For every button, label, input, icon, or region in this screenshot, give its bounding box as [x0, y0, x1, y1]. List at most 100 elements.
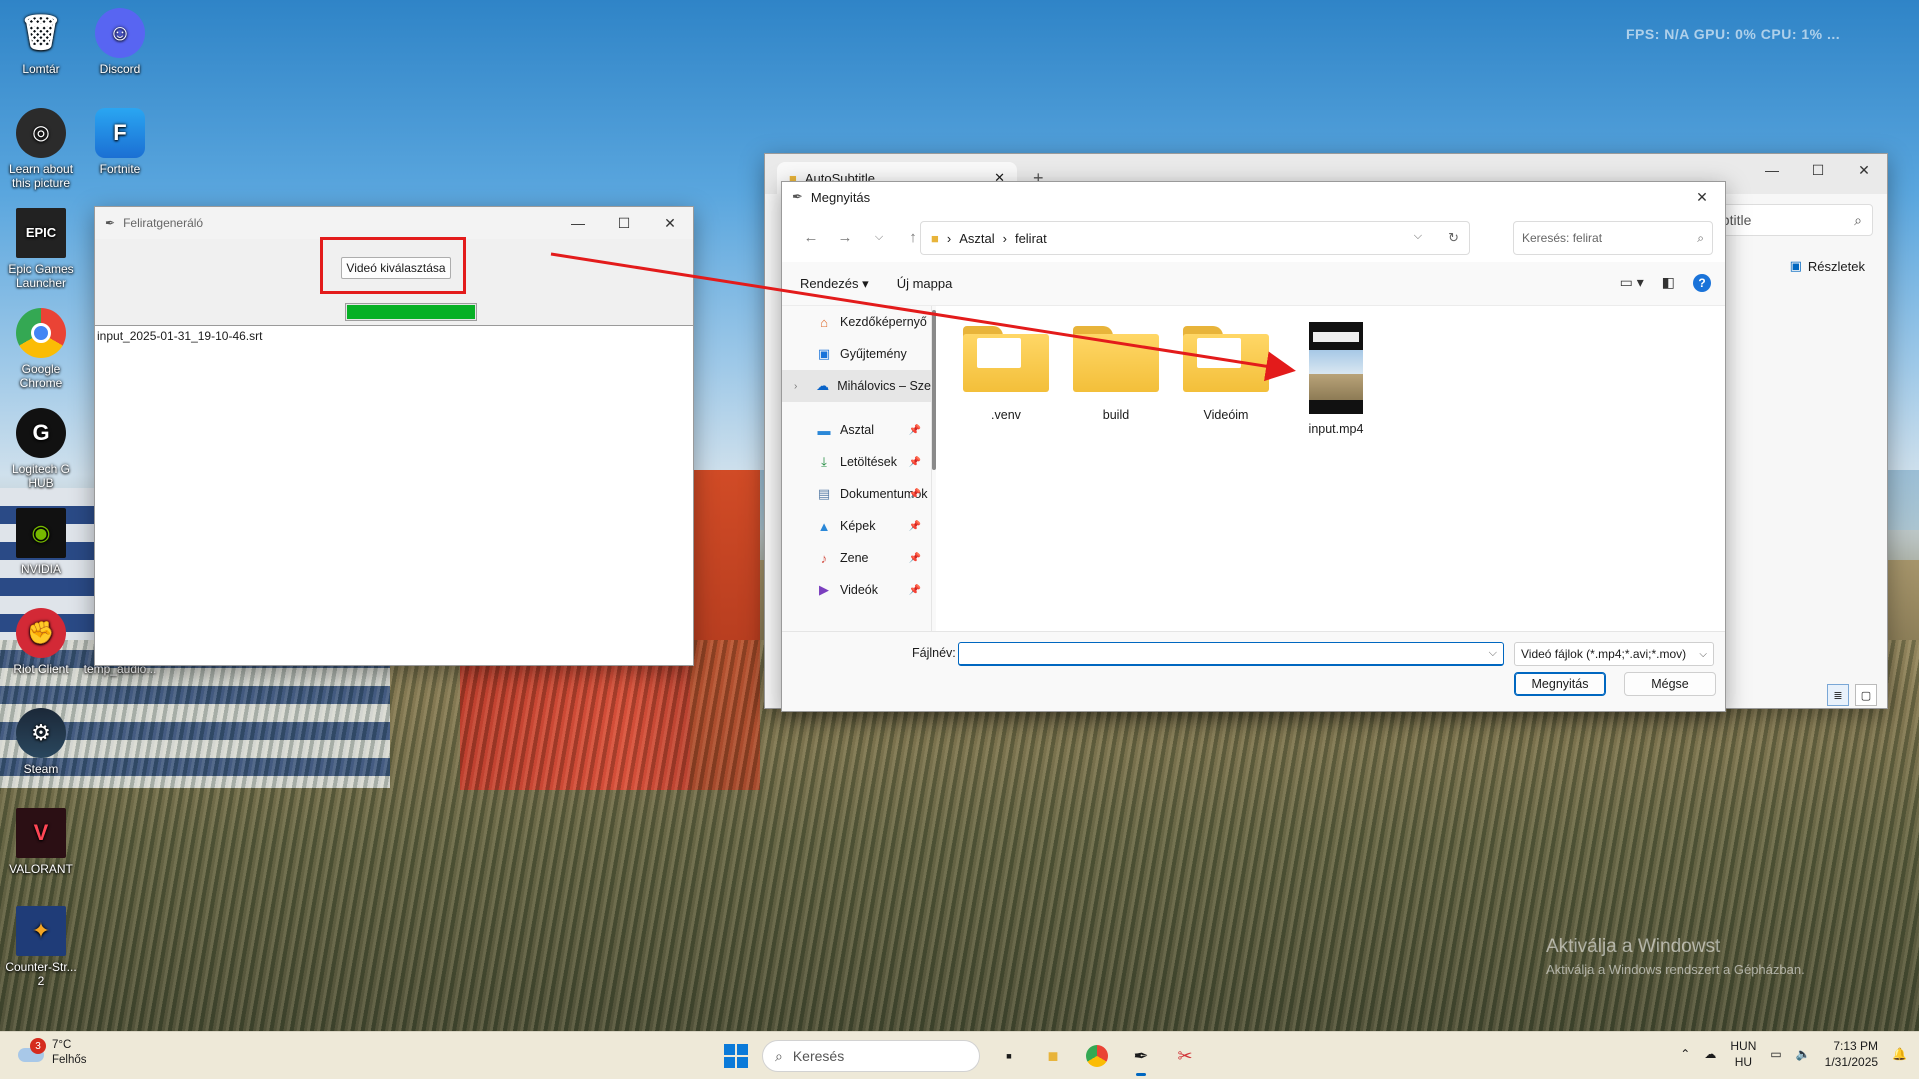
desktop-icon-riot[interactable]: ✊ Riot Client	[2, 608, 80, 676]
onedrive-icon: ☁	[816, 378, 830, 393]
search-icon: ⌕	[1854, 211, 1862, 228]
back-arrow-icon[interactable]: ←	[794, 229, 828, 246]
nav-item-pictures[interactable]: ▲ Képek 📌	[782, 510, 931, 542]
details-pane-icon: ▣	[1789, 258, 1802, 273]
file-item-videoim[interactable]: Videóim	[1176, 326, 1276, 422]
open-button[interactable]: Megnyitás	[1514, 672, 1606, 696]
address-bar[interactable]: ■ › Asztal › felirat ⌵ ↻	[920, 221, 1470, 255]
snipping-tool-icon[interactable]: ✂	[1170, 1041, 1200, 1071]
desktop-icon-counter-strike[interactable]: ✦ Counter-Str... 2	[2, 906, 80, 988]
file-explorer-icon[interactable]: ■	[1038, 1041, 1068, 1071]
videos-icon: ▶	[819, 582, 829, 597]
chevron-down-icon[interactable]: ⌵	[1489, 647, 1497, 660]
desktop-icon-fortnite[interactable]: F Fortnite	[81, 108, 159, 176]
desktop-icon-steam[interactable]: ⚙ Steam	[2, 708, 80, 776]
close-icon[interactable]: ✕	[647, 207, 693, 239]
document-icon: ▤	[817, 486, 831, 501]
details-button[interactable]: ▣ Részletek	[1790, 258, 1865, 274]
nav-item-home[interactable]: ⌂ Kezdőképernyő	[782, 306, 931, 338]
select-video-button[interactable]: Videó kiválasztása	[341, 257, 451, 279]
filename-input[interactable]: ⌵	[958, 642, 1504, 666]
minimize-icon[interactable]: —	[1749, 154, 1795, 186]
filename-label: Fájlnév:	[912, 646, 956, 660]
output-text-area[interactable]: input_2025-01-31_19-10-46.srt	[95, 325, 693, 665]
view-controls: ▭ ▾ ◧ ?	[1620, 274, 1711, 292]
taskbar-center: ⌕ Keresés ▪ ■ ✒ ✂	[724, 1040, 1200, 1076]
volume-icon[interactable]: 🔈	[1796, 1047, 1811, 1061]
forward-arrow-icon[interactable]: →	[828, 229, 862, 246]
refresh-icon[interactable]: ↻	[1448, 230, 1459, 246]
nav-item-music[interactable]: ♪ Zene 📌	[782, 542, 931, 574]
desktop-icon-recycle-bin[interactable]: 🗑 Lomtár	[2, 8, 80, 76]
desktop-icon-valorant[interactable]: V VALORANT	[2, 808, 80, 876]
view-options-icon[interactable]: ▭ ▾	[1620, 274, 1644, 292]
file-item-venv[interactable]: .venv	[956, 326, 1056, 422]
language-indicator[interactable]: HUN HU	[1730, 1038, 1756, 1070]
nav-item-onedrive[interactable]: › ☁ Mihálovics – Sze	[782, 370, 931, 402]
notification-icon[interactable]: 🔔	[1892, 1047, 1907, 1061]
dialog-navigation-bar: ← → ⌵ ↑ ■ › Asztal › felirat ⌵ ↻ Keresés:…	[782, 212, 1725, 262]
dialog-command-bar: Rendezés ▾ Új mappa ▭ ▾ ◧ ?	[782, 262, 1725, 306]
python-app-icon[interactable]: ✒	[1126, 1041, 1156, 1076]
folder-icon	[1073, 326, 1159, 392]
steam-icon: ⚙	[16, 708, 66, 758]
taskbar: 3 7°C Felhős ⌕ Keresés ▪ ■ ✒ ✂ ⌃ ☁ HUN HU …	[0, 1031, 1919, 1079]
help-icon[interactable]: ?	[1693, 274, 1711, 292]
dialog-title: Megnyitás	[810, 189, 871, 205]
taskbar-search[interactable]: ⌕ Keresés	[762, 1040, 980, 1072]
cloud-icon: 3	[16, 1038, 46, 1064]
nav-item-videos[interactable]: ▶ Videók 📌	[782, 574, 931, 606]
riot-icon: ✊	[16, 608, 66, 658]
desktop-icon-learn-picture[interactable]: ◎ Learn about this picture	[2, 108, 80, 190]
dialog-search-input[interactable]: Keresés: felirat ⌕	[1513, 221, 1713, 255]
output-line: input_2025-01-31_19-10-46.srt	[97, 329, 263, 343]
chevron-down-icon[interactable]: ⌵	[1414, 230, 1422, 246]
organize-menu[interactable]: Rendezés ▾	[800, 276, 869, 292]
gallery-icon: ▣	[817, 346, 831, 361]
tiles-view-icon[interactable]: ▢	[1855, 684, 1877, 706]
close-icon[interactable]: ✕	[1841, 154, 1887, 186]
file-item-build[interactable]: build	[1066, 326, 1166, 422]
cancel-button[interactable]: Mégse	[1624, 672, 1716, 696]
file-item-input-mp4[interactable]: input.mp4	[1286, 322, 1386, 436]
pictures-icon: ▲	[817, 518, 831, 534]
details-view-icon[interactable]: ≣	[1827, 684, 1849, 706]
windows-start-icon[interactable]	[724, 1044, 748, 1068]
desktop-icon-logitech[interactable]: G Logitech G HUB	[2, 408, 80, 490]
clock[interactable]: 7:13 PM 1/31/2025	[1825, 1038, 1878, 1070]
recent-locations-icon[interactable]: ⌵	[862, 231, 896, 244]
desktop-icon-nvidia[interactable]: ◉ NVIDIA	[2, 508, 80, 576]
desktop-icon-discord[interactable]: ☺ Discord	[81, 8, 159, 76]
expand-icon[interactable]: ›	[794, 381, 797, 392]
breadcrumb-felirat[interactable]: felirat	[1015, 231, 1047, 246]
new-folder-button[interactable]: Új mappa	[897, 276, 953, 291]
weather-widget[interactable]: 3 7°C Felhős	[16, 1038, 87, 1068]
maximize-icon[interactable]: ☐	[1795, 154, 1841, 186]
explorer-search-input[interactable]: ubtitle ⌕	[1703, 204, 1873, 236]
notification-badge: 3	[30, 1038, 46, 1054]
close-icon[interactable]: ✕	[1679, 181, 1725, 213]
onedrive-tray-icon[interactable]: ☁	[1704, 1047, 1716, 1061]
preview-pane-icon[interactable]: ◧	[1662, 274, 1675, 292]
download-icon: ⤓	[821, 454, 827, 469]
home-icon: ⌂	[820, 314, 828, 330]
nav-item-downloads[interactable]: ⤓ Letöltések 📌	[782, 446, 931, 478]
nav-item-desktop[interactable]: ▬ Asztal 📌	[782, 414, 931, 446]
network-icon[interactable]: ▭	[1770, 1047, 1781, 1061]
breadcrumb-desktop[interactable]: Asztal	[959, 231, 994, 246]
desktop-icon-epic-games[interactable]: EPIC Epic Games Launcher	[2, 208, 80, 290]
maximize-icon[interactable]: ☐	[601, 207, 647, 239]
nav-item-gallery[interactable]: ▣ Gyűjtemény	[782, 338, 931, 370]
filetype-select[interactable]: Videó fájlok (*.mp4;*.avi;*.mov) ⌵	[1514, 642, 1714, 666]
folder-icon	[963, 326, 1049, 392]
dialog-titlebar: ✒ Megnyitás ✕	[782, 182, 1725, 212]
desktop-icon-chrome[interactable]: Google Chrome	[2, 308, 80, 390]
pin-icon: 📌	[908, 552, 921, 564]
minimize-icon[interactable]: —	[555, 207, 601, 239]
chrome-taskbar-icon[interactable]	[1082, 1041, 1112, 1071]
task-view-icon[interactable]: ▪	[994, 1041, 1024, 1071]
chevron-up-icon[interactable]: ⌃	[1680, 1047, 1690, 1061]
explorer-window-controls: — ☐ ✕	[1749, 154, 1887, 186]
pin-icon: 📌	[908, 584, 921, 596]
nav-item-documents[interactable]: ▤ Dokumentumok 📌	[782, 478, 931, 510]
